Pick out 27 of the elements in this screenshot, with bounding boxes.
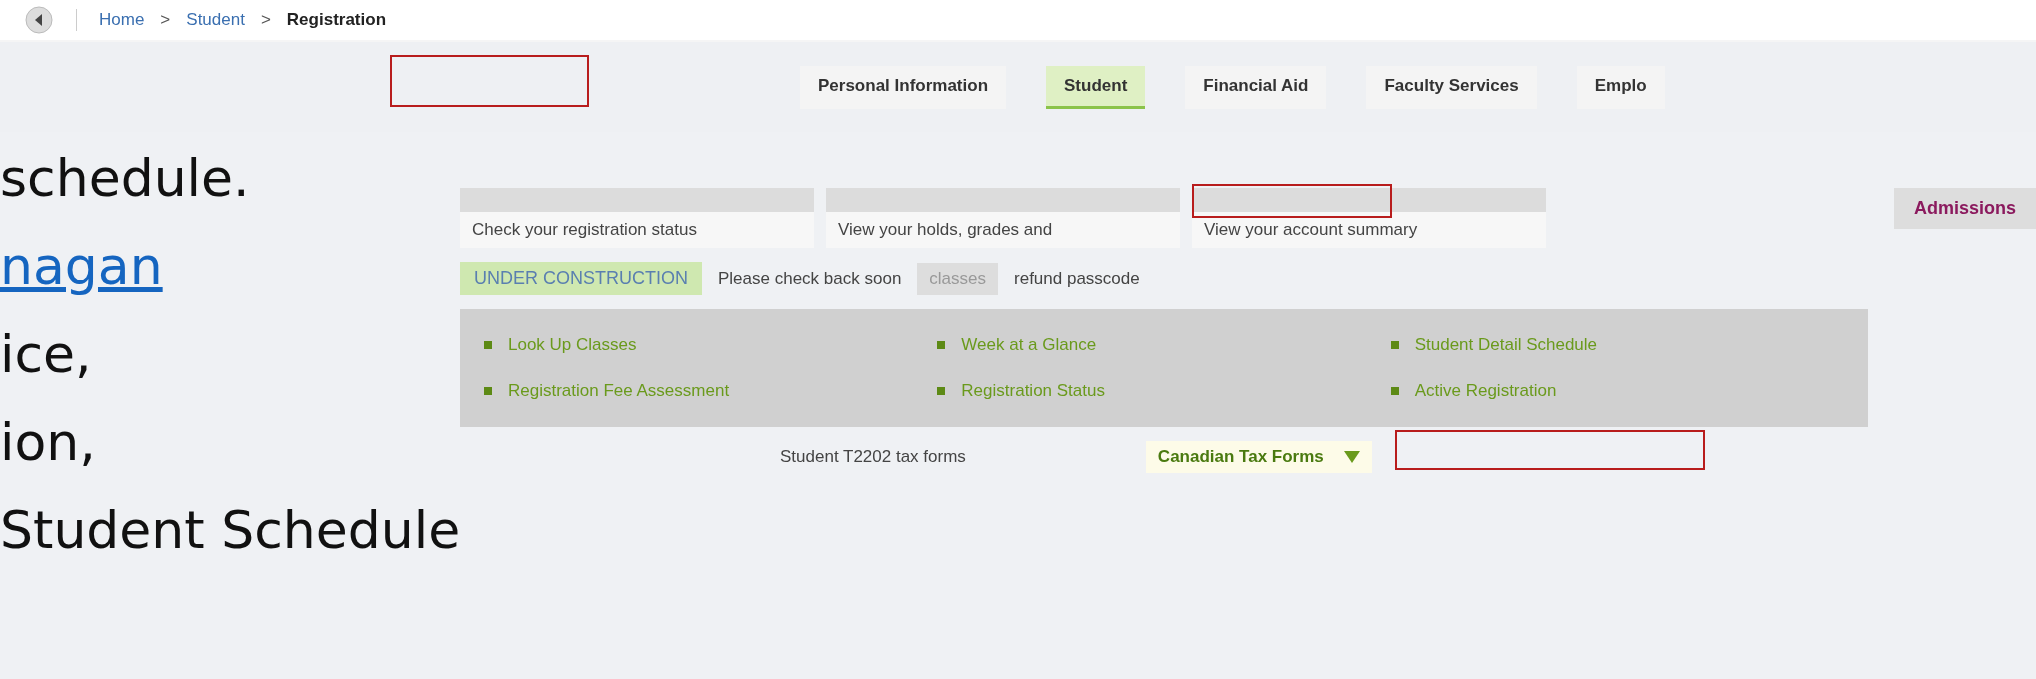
construction-banner: UNDER CONSTRUCTION	[460, 262, 702, 295]
passcode-text: refund passcode	[1014, 268, 1140, 289]
nav-tab[interactable]: Student	[1046, 65, 1146, 109]
nav-tab[interactable]: Personal Information	[800, 65, 1007, 109]
info-card: View your account summary	[1192, 188, 1546, 248]
info-card: Check your registration status	[460, 188, 814, 248]
breadcrumb-separator: >	[260, 10, 271, 30]
notice-text: Please check back soon	[718, 268, 902, 289]
admissions-label[interactable]: Admissions	[1893, 188, 2036, 229]
tax-forms-text: Student T2202 tax forms	[780, 447, 966, 467]
dropdown-triangle-icon	[1343, 451, 1360, 463]
info-card: View your holds, grades and	[826, 188, 1180, 248]
text-fragment: ice,	[0, 324, 93, 384]
breadcrumb-link[interactable]: Home	[99, 10, 145, 30]
text-fragment: schedule.	[0, 148, 251, 208]
back-button[interactable]	[24, 5, 54, 35]
nav-tab[interactable]: Emplo	[1576, 65, 1665, 109]
tax-forms-dropdown[interactable]: Canadian Tax Forms	[1145, 441, 1372, 473]
classes-label: classes	[917, 262, 999, 295]
text-fragment: Student Schedule	[0, 500, 460, 560]
text-fragment: ion,	[0, 412, 97, 472]
nav-tab[interactable]: Financial Aid	[1185, 65, 1327, 109]
breadcrumb-separator: >	[160, 10, 171, 30]
breadcrumb-link[interactable]: Student	[186, 10, 245, 30]
text-link[interactable]: nagan	[0, 236, 460, 296]
nav-tab[interactable]: Faculty Services	[1366, 65, 1537, 109]
breadcrumb-link[interactable]: Registration	[286, 10, 387, 30]
